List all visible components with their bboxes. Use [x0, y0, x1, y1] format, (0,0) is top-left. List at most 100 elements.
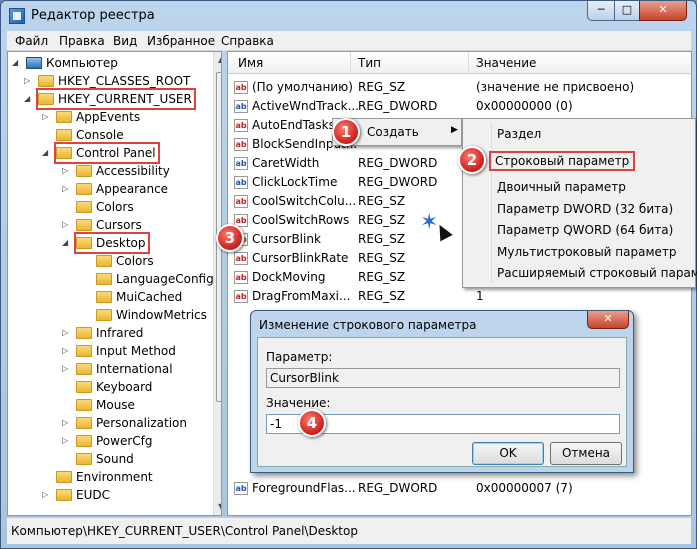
tree-node-computer[interactable]: ◢ Компьютер: [12, 54, 118, 72]
folder-icon: [76, 417, 92, 429]
expand-icon[interactable]: ▷: [62, 342, 68, 360]
table-row[interactable]: ab ActiveWndTrack... REG_DWORD 0x00000000 (…: [228, 97, 691, 116]
tree-node-hkcr[interactable]: ▷ HKEY_CLASSES_ROOT: [24, 72, 190, 90]
expand-icon[interactable]: ▷: [62, 180, 68, 198]
menu-favorites[interactable]: Избранное: [147, 34, 215, 48]
tree-node-international[interactable]: ▷ International: [62, 360, 173, 378]
dialog-title: Изменение строкового параметра: [259, 318, 477, 332]
menu-item-string-value[interactable]: Строковый параметр: [488, 151, 636, 171]
menu-file[interactable]: Файл: [15, 34, 48, 48]
folder-icon: [76, 165, 92, 177]
menu-item-expandable-string-value[interactable]: Расширяемый строковый параметр: [497, 266, 697, 280]
expand-icon[interactable]: ▷: [62, 414, 68, 432]
dialog-body: Параметр: CursorBlink Значение: -1 OK От…: [257, 337, 627, 467]
menu-item-binary-value[interactable]: Двоичный параметр: [497, 180, 626, 194]
tree-node-mouse[interactable]: Mouse: [76, 396, 135, 414]
tree-node-cursors[interactable]: ▷ Cursors: [62, 216, 142, 234]
collapse-icon[interactable]: ◢: [42, 144, 48, 162]
expand-icon[interactable]: ▷: [42, 486, 48, 504]
step-badge-4: 4: [298, 409, 326, 437]
minimize-button[interactable]: ─: [587, 1, 615, 21]
menu-view[interactable]: Вид: [113, 34, 137, 48]
expand-icon[interactable]: ▷: [62, 360, 68, 378]
tree-node-desktop[interactable]: ◢ Desktop: [62, 232, 150, 254]
menu-item-multistring-value[interactable]: Мультистроковый параметр: [497, 245, 677, 259]
folder-icon: [76, 399, 92, 411]
param-label: Параметр:: [266, 350, 333, 364]
folder-icon: [56, 471, 72, 483]
table-row[interactable]: ab (По умолчанию) REG_SZ (значение не присв…: [228, 78, 691, 97]
dword-value-icon: ab: [234, 100, 248, 113]
tree-node-personalization[interactable]: ▷ Personalization: [62, 414, 187, 432]
string-value-icon: ab: [234, 119, 248, 132]
menu-item-create[interactable]: Создать: [367, 125, 419, 139]
scroll-up-icon[interactable]: ▲: [218, 55, 221, 64]
collapse-icon[interactable]: ◢: [62, 234, 68, 252]
table-row[interactable]: ab ForegroundFlas... REG_DWORD 0x00000007 (…: [228, 479, 691, 498]
maximize-button[interactable]: □: [614, 1, 640, 21]
tree-node-hkcu[interactable]: ◢ HKEY_CURRENT_USER: [24, 88, 196, 110]
tree-node-muicached[interactable]: MuiCached: [96, 288, 182, 306]
menu-item-qword-value[interactable]: Параметр QWORD (64 бита): [497, 223, 673, 237]
column-divider[interactable]: [350, 52, 351, 74]
string-value-icon: ab: [234, 195, 248, 208]
tree-node-environment[interactable]: Environment: [56, 468, 153, 486]
tree-node-eudc[interactable]: ▷ EUDC: [42, 486, 110, 504]
tree-node-keyboard[interactable]: Keyboard: [76, 378, 152, 396]
tree-node-accessibility[interactable]: ▷ Accessibility: [62, 162, 170, 180]
tree-scrollbar[interactable]: ▲ ▼: [213, 52, 221, 515]
registry-tree[interactable]: ◢ Компьютер ▷ HKEY_CLASSES_ROOT ◢ HKEY_CURR…: [7, 51, 222, 516]
column-divider[interactable]: [468, 52, 469, 74]
column-header: Имя Тип Значение: [228, 52, 691, 74]
tree-node-console[interactable]: Console: [56, 126, 124, 144]
expand-icon[interactable]: ▷: [62, 324, 68, 342]
column-type[interactable]: Тип: [358, 56, 381, 70]
folder-icon: [38, 93, 54, 105]
folder-icon: [56, 129, 72, 141]
dialog-close-button[interactable]: ✕: [587, 311, 629, 329]
expand-icon[interactable]: ▷: [24, 72, 30, 90]
column-name[interactable]: Имя: [238, 56, 263, 70]
expand-icon[interactable]: ▷: [62, 162, 68, 180]
string-value-icon: ab: [234, 290, 248, 303]
folder-icon: [96, 291, 112, 303]
tree-node-input-method[interactable]: ▷ Input Method: [62, 342, 176, 360]
expand-icon[interactable]: ▷: [62, 216, 68, 234]
folder-icon: [76, 345, 92, 357]
tree-node-sound[interactable]: Sound: [76, 450, 134, 468]
menu-edit[interactable]: Правка: [59, 34, 105, 48]
string-value-icon: ab: [234, 252, 248, 265]
value-label: Значение:: [266, 396, 331, 410]
collapse-icon[interactable]: ◢: [12, 54, 18, 72]
scroll-down-icon[interactable]: ▼: [218, 502, 221, 511]
menu-item-dword-value[interactable]: Параметр DWORD (32 бита): [497, 202, 673, 216]
menu-help[interactable]: Справка: [221, 34, 274, 48]
dword-value-icon: ab: [234, 482, 248, 495]
folder-icon: [38, 75, 54, 87]
tree-node-appevents[interactable]: ▷ AppEvents: [42, 108, 140, 126]
cancel-button[interactable]: Отмена: [550, 442, 622, 465]
dword-value-icon: ab: [234, 157, 248, 170]
folder-icon: [56, 111, 72, 123]
computer-icon: [26, 57, 42, 69]
folder-icon: [96, 255, 112, 267]
close-button[interactable]: ✕: [639, 1, 687, 21]
tree-node-appearance[interactable]: ▷ Appearance: [62, 180, 168, 198]
table-row[interactable]: ab DragFromMaxi... REG_SZ 1: [228, 287, 691, 306]
menu-item-key[interactable]: Раздел: [497, 127, 541, 141]
tree-node-windowmetrics[interactable]: WindowMetrics: [96, 306, 207, 324]
tree-node-colors[interactable]: Colors: [76, 198, 134, 216]
column-value[interactable]: Значение: [476, 56, 536, 70]
string-value-icon: ab: [234, 138, 248, 151]
string-value-icon: ab: [234, 81, 248, 94]
title-bar[interactable]: Редактор реестра ─ □ ✕: [1, 1, 696, 31]
ok-button[interactable]: OK: [472, 442, 544, 465]
expand-icon[interactable]: ▷: [42, 108, 48, 126]
collapse-icon[interactable]: ◢: [24, 90, 30, 108]
expand-icon[interactable]: ▷: [62, 432, 68, 450]
tree-node-powercfg[interactable]: ▷ PowerCfg: [62, 432, 153, 450]
tree-node-desktop-colors[interactable]: Colors: [96, 252, 154, 270]
tree-node-languageconfig[interactable]: LanguageConfig: [96, 270, 214, 288]
tree-node-control-panel[interactable]: ◢ Control Panel: [42, 142, 160, 164]
tree-node-infrared[interactable]: ▷ Infrared: [62, 324, 143, 342]
